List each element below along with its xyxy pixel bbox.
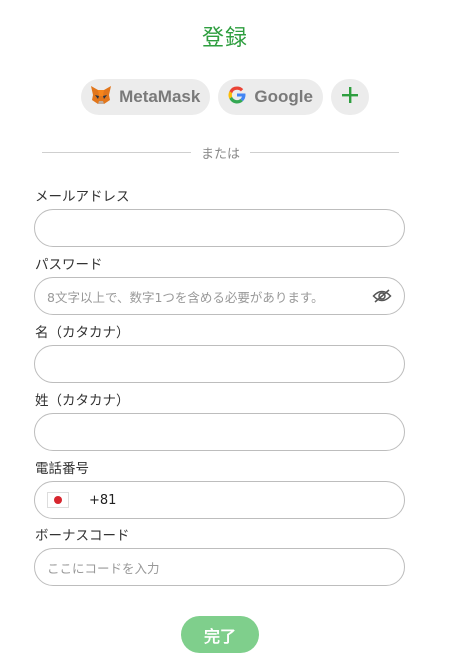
more-options-button[interactable] xyxy=(330,79,369,115)
country-code: +81 xyxy=(89,492,117,508)
phone-field[interactable]: +81 xyxy=(34,481,405,519)
metamask-button[interactable]: MetaMask xyxy=(81,79,211,115)
last-name-label: 姓（カタカナ） xyxy=(35,393,130,409)
email-label: メールアドレス xyxy=(35,189,130,205)
social-login-row: MetaMask Google xyxy=(0,79,450,115)
bonus-code-field[interactable]: ここにコードを入力 xyxy=(34,548,405,586)
eye-slash-icon[interactable] xyxy=(372,288,392,304)
email-field[interactable] xyxy=(34,209,405,247)
first-name-label: 名（カタカナ） xyxy=(35,325,130,341)
divider-text: または xyxy=(201,147,241,162)
submit-button[interactable]: 完了 xyxy=(181,616,259,653)
or-divider: または xyxy=(42,143,400,162)
plus-icon xyxy=(340,85,360,110)
bonus-code-label: ボーナスコード xyxy=(35,528,130,544)
metamask-label: MetaMask xyxy=(119,87,201,106)
divider-line-left xyxy=(42,152,191,153)
google-label: Google xyxy=(254,87,313,106)
divider-line-right xyxy=(250,152,400,153)
password-field[interactable]: 8文字以上で、数字1つを含める必要があります。 xyxy=(34,277,405,315)
phone-label: 電話番号 xyxy=(35,461,89,477)
last-name-field[interactable] xyxy=(34,413,405,451)
password-placeholder: 8文字以上で、数字1つを含める必要があります。 xyxy=(47,289,324,305)
first-name-field[interactable] xyxy=(34,345,405,383)
bonus-code-placeholder: ここにコードを入力 xyxy=(47,560,160,576)
page-title: 登録 xyxy=(201,26,248,51)
google-button[interactable]: Google xyxy=(218,79,323,115)
password-label: パスワード xyxy=(35,257,103,273)
japan-flag-icon[interactable] xyxy=(47,492,69,508)
google-g-icon xyxy=(226,84,248,111)
metamask-fox-icon xyxy=(89,84,113,111)
